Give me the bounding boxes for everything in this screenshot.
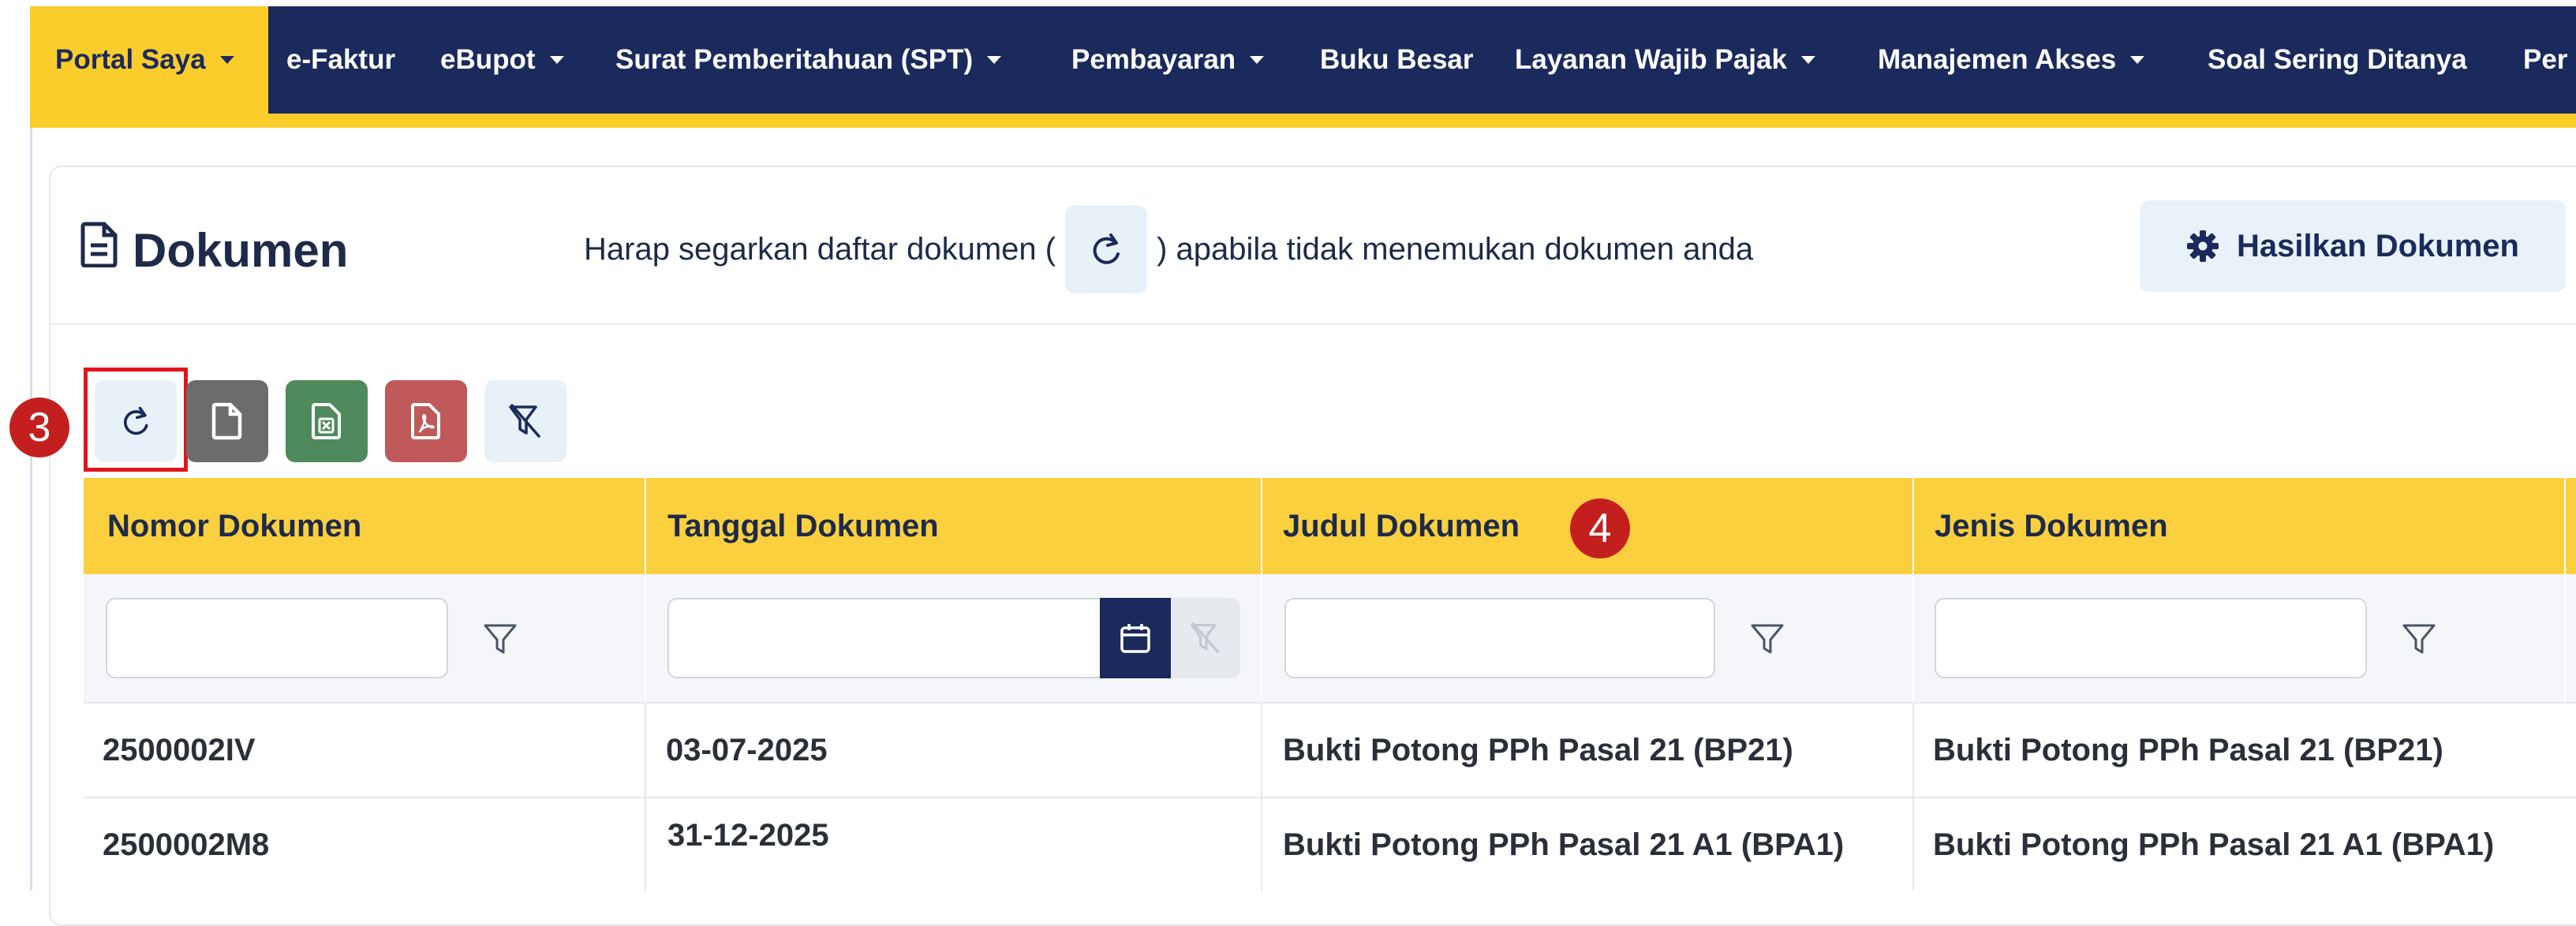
column-header-jenis[interactable]: Jenis Dokumen [1935, 478, 2168, 574]
chevron-down-icon [1250, 56, 1265, 64]
nav-label: Portal Saya [55, 44, 206, 75]
document-icon [80, 222, 118, 278]
hint-text-after: ) apabila tidak menemukan dokumen anda [1157, 231, 1754, 267]
chevron-down-icon [1800, 56, 1815, 64]
nav-pembayaran[interactable]: Pembayaran [1071, 6, 1265, 114]
hint-text-before: Harap segarkan daftar dokumen ( [584, 231, 1056, 267]
nav-buku-besar[interactable]: Buku Besar [1320, 6, 1474, 114]
nav-manajemen-akses[interactable]: Manajemen Akses [1878, 6, 2145, 114]
excel-icon [312, 403, 341, 439]
filter-icon[interactable] [477, 615, 524, 663]
nav-layanan-wajib-pajak[interactable]: Layanan Wajib Pajak [1515, 6, 1815, 114]
gear-icon [2187, 230, 2219, 262]
filter-judul-input[interactable] [1284, 598, 1715, 678]
chevron-down-icon [219, 56, 234, 64]
nav-spt[interactable]: Surat Pemberitahuan (SPT) [615, 6, 1002, 114]
step-marker-3: 3 [9, 398, 69, 457]
page-title: Dokumen [80, 215, 348, 286]
nav-label: Soal Sering Ditanya [2208, 44, 2467, 75]
refresh-hint: Harap segarkan daftar dokumen ( ) apabil… [584, 202, 1753, 297]
nav-label: Per [2523, 44, 2568, 75]
column-divider [1261, 702, 1262, 891]
generate-document-label: Hasilkan Dokumen [2237, 228, 2519, 263]
column-header-nomor[interactable]: Nomor Dokumen [107, 478, 361, 574]
step-marker-4-text: 4 [1588, 506, 1612, 551]
column-divider [1912, 702, 1914, 891]
cell-tanggal: 31-12-2025 [667, 817, 829, 853]
generate-document-button[interactable]: Hasilkan Dokumen [2140, 200, 2566, 292]
cell-tanggal: 03-07-2025 [666, 732, 828, 767]
refresh-button[interactable] [95, 380, 177, 462]
chevron-down-icon [987, 56, 1002, 64]
nav-label: Manajemen Akses [1878, 44, 2117, 75]
filter-icon[interactable] [2395, 615, 2443, 663]
nav-ebupot[interactable]: eBupot [440, 6, 564, 114]
nav-label: eBupot [440, 44, 536, 75]
filter-clear-icon [509, 404, 540, 438]
nav-soal-sering-ditanya[interactable]: Soal Sering Ditanya [2208, 6, 2467, 114]
nav-portal-saya[interactable]: Portal Saya [30, 6, 268, 114]
filter-jenis-input[interactable] [1935, 598, 2367, 678]
card-header-divider [50, 323, 2576, 325]
cell-nomor: 2500002IV [103, 732, 256, 767]
filter-tanggal-input[interactable] [667, 598, 1100, 678]
page-left-border [30, 128, 32, 891]
calendar-button[interactable] [1100, 598, 1171, 678]
cell-nomor: 2500002M8 [103, 827, 270, 862]
nav-label: Buku Besar [1320, 44, 1474, 75]
file-icon [211, 402, 242, 440]
clear-filter-button[interactable] [484, 380, 566, 462]
column-header-judul[interactable]: Judul Dokumen [1283, 478, 1520, 574]
navbar-accent-bar [30, 114, 2576, 128]
filter-clear-icon [1191, 622, 1220, 653]
calendar-icon [1120, 624, 1150, 653]
chevron-down-icon [549, 56, 564, 64]
refresh-icon [123, 406, 148, 435]
nav-label: Surat Pemberitahuan (SPT) [615, 44, 974, 75]
cell-jenis: Bukti Potong PPh Pasal 21 (BP21) [1933, 732, 2443, 767]
export-file-button[interactable] [186, 380, 268, 462]
nav-label: e-Faktur [286, 44, 396, 75]
cell-judul: Bukti Potong PPh Pasal 21 (BP21) [1283, 732, 1793, 767]
column-header-tanggal[interactable]: Tanggal Dokumen [667, 478, 939, 574]
step-marker-4: 4 [1570, 498, 1630, 558]
cell-jenis: Bukti Potong PPh Pasal 21 A1 (BPA1) [1933, 827, 2495, 862]
hint-refresh-button[interactable] [1065, 205, 1148, 293]
cell-judul: Bukti Potong PPh Pasal 21 A1 (BPA1) [1283, 827, 1845, 862]
nav-label: Pembayaran [1071, 44, 1236, 75]
export-excel-button[interactable] [286, 380, 368, 462]
page-title-text: Dokumen [133, 223, 349, 277]
nav-label: Layanan Wajib Pajak [1515, 44, 1787, 75]
export-pdf-button[interactable] [385, 380, 467, 462]
pdf-icon [411, 403, 440, 439]
nav-truncated-item[interactable]: Per [2523, 6, 2576, 114]
nav-e-faktur[interactable]: e-Faktur [286, 6, 395, 114]
filter-nomor-input[interactable] [106, 598, 448, 678]
chevron-down-icon [2130, 56, 2145, 64]
top-navbar [30, 6, 2576, 114]
filter-icon[interactable] [1744, 615, 1791, 663]
refresh-icon [1093, 233, 1120, 264]
column-divider [645, 702, 646, 891]
step-marker-3-text: 3 [28, 405, 51, 450]
clear-date-filter-button[interactable] [1171, 598, 1240, 678]
